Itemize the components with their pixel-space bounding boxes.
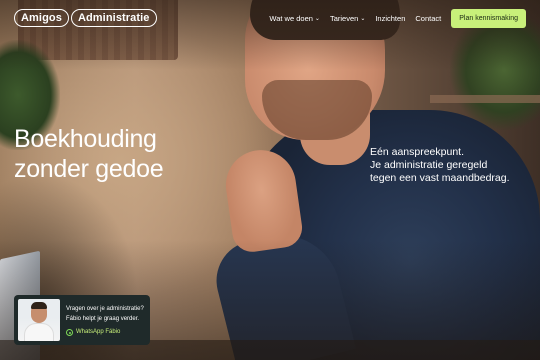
logo[interactable]: Amigos Administratie bbox=[14, 9, 157, 27]
chevron-down-icon: ⌄ bbox=[360, 15, 366, 22]
chat-widget[interactable]: Vragen over je administratie? Fábio help… bbox=[14, 295, 150, 345]
widget-line2: Fábio helpt je graag verder. bbox=[66, 315, 140, 322]
site-header: Amigos Administratie Wat we doen ⌄ Tarie… bbox=[0, 0, 540, 36]
nav-item-label: Inzichten bbox=[375, 13, 406, 23]
logo-part-administratie: Administratie bbox=[70, 9, 157, 27]
hero-title-line2: zonder gedoe bbox=[14, 155, 164, 183]
avatar-body bbox=[24, 323, 54, 341]
nav-item-contact[interactable]: Contact bbox=[415, 14, 441, 23]
chevron-down-icon: ⌄ bbox=[314, 15, 320, 22]
nav-item-inzichten[interactable]: Inzichten bbox=[375, 14, 405, 23]
plan-kennismaking-button[interactable]: Plan kennismaking bbox=[451, 8, 526, 28]
tagline-line2: Je administratie geregeld bbox=[370, 159, 488, 171]
nav-item-label: Wat we doen bbox=[269, 13, 313, 23]
tagline-line3: tegen een vast maandbedrag. bbox=[370, 172, 510, 184]
widget-line1: Vragen over je administratie? bbox=[66, 305, 144, 312]
nav-item-label: Tarieven bbox=[329, 13, 359, 23]
widget-text: Vragen over je administratie? Fábio help… bbox=[66, 305, 144, 336]
whatsapp-label: WhatsApp Fábio bbox=[76, 329, 121, 335]
hero-title-line1: Boekhouding bbox=[14, 125, 157, 153]
whatsapp-icon bbox=[66, 328, 73, 336]
nav-item-tarieven[interactable]: Tarieven ⌄ bbox=[330, 14, 365, 23]
nav-item-label: Contact bbox=[415, 13, 442, 23]
nav-item-wat-we-doen[interactable]: Wat we doen ⌄ bbox=[269, 14, 320, 23]
logo-part-amigos: Amigos bbox=[14, 9, 69, 27]
avatar bbox=[18, 299, 60, 341]
shelf bbox=[430, 95, 540, 103]
hero-tagline: Eén aanspreekpunt. Je administratie gere… bbox=[370, 146, 510, 185]
main-nav: Wat we doen ⌄ Tarieven ⌄ Inzichten Conta… bbox=[269, 14, 441, 23]
whatsapp-link[interactable]: WhatsApp Fábio bbox=[66, 328, 144, 336]
tagline-line1: Eén aanspreekpunt. bbox=[370, 146, 464, 158]
hero-title: Boekhouding zonder gedoe bbox=[14, 124, 164, 184]
avatar-hair bbox=[31, 302, 47, 309]
